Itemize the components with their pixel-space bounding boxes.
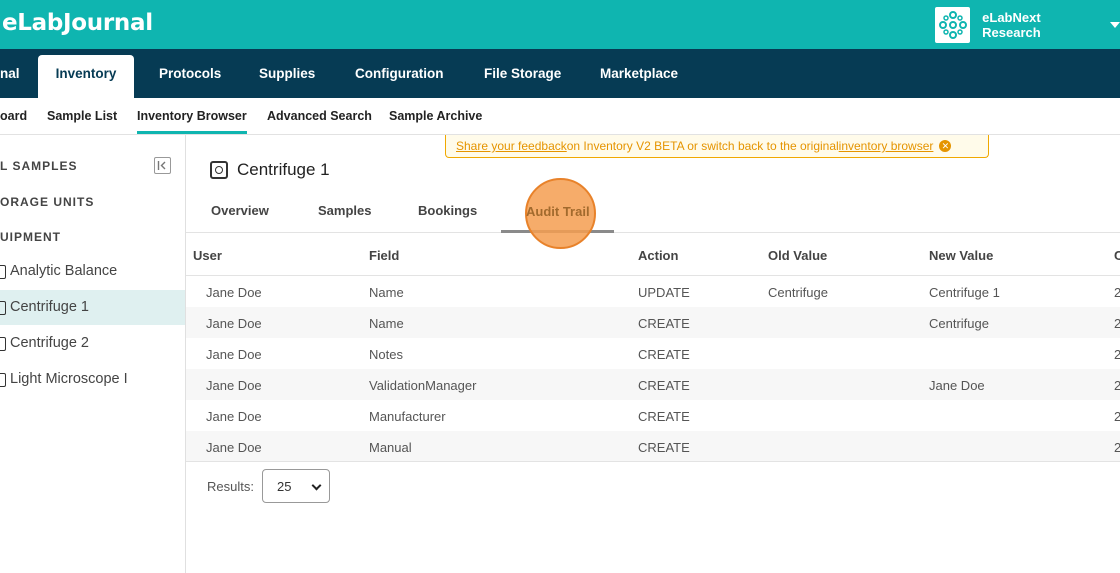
sidebar-item-analytic-balance[interactable]: Analytic Balance	[0, 254, 185, 289]
cell-field: Manual	[369, 440, 412, 455]
cell-action: CREATE	[638, 316, 690, 331]
collapse-sidebar-button[interactable]	[154, 157, 171, 174]
table-divider	[186, 461, 1120, 462]
table-row[interactable]: Jane Doe Notes CREATE 2	[186, 338, 1120, 369]
audit-trail-table: User Field Action Old Value New Value C …	[186, 233, 1120, 462]
column-header-created[interactable]: C	[1114, 248, 1120, 263]
sidebar-section-equipment[interactable]: UIPMENT	[0, 230, 61, 244]
cell-action: CREATE	[638, 347, 690, 362]
cell-created: 2	[1114, 409, 1120, 424]
cell-field: Manufacturer	[369, 409, 446, 424]
subnav-sample-list[interactable]: Sample List	[47, 109, 117, 123]
brand-logo[interactable]: eLabJournal	[2, 10, 153, 36]
column-header-new-value[interactable]: New Value	[929, 248, 993, 263]
results-label: Results:	[207, 478, 254, 494]
cell-created: 2	[1114, 347, 1120, 362]
column-header-user[interactable]: User	[193, 248, 222, 263]
page-title-text: Centrifuge 1	[237, 160, 330, 179]
cell-field: Notes	[369, 347, 403, 362]
sidebar-item-label: Centrifuge 1	[10, 299, 89, 315]
page-title: Centrifuge 1	[210, 160, 330, 180]
close-icon[interactable]: ✕	[939, 140, 952, 152]
cell-user: Jane Doe	[206, 440, 262, 455]
nav-item-inventory[interactable]: Inventory	[38, 55, 134, 98]
column-header-action[interactable]: Action	[638, 248, 678, 263]
cell-user: Jane Doe	[206, 316, 262, 331]
feedback-text: on Inventory V2 BETA or switch back to t…	[566, 139, 839, 153]
cell-field: ValidationManager	[369, 378, 477, 393]
sidebar-item-centrifuge-1[interactable]: Centrifuge 1	[0, 290, 185, 325]
cell-new-value: Centrifuge 1	[929, 285, 1000, 300]
table-row[interactable]: Jane Doe Name CREATE Centrifuge 2	[186, 307, 1120, 338]
detail-tabs: Overview Samples Bookings	[186, 190, 1120, 233]
inventory-sidebar: L SAMPLES ORAGE UNITS UIPMENT Analytic B…	[0, 135, 186, 573]
nav-item-protocols[interactable]: Protocols	[159, 49, 221, 98]
sidebar-item-light-microscope[interactable]: Light Microscope I	[0, 362, 185, 397]
subnav-advanced-search[interactable]: Advanced Search	[267, 109, 372, 123]
sidebar-section-all-samples[interactable]: L SAMPLES	[0, 159, 77, 173]
cell-field: Name	[369, 316, 404, 331]
share-feedback-link[interactable]: Share your feedback	[456, 139, 567, 153]
org-name: eLabNext Research	[982, 10, 1041, 40]
sidebar-item-centrifuge-2[interactable]: Centrifuge 2	[0, 326, 185, 361]
cell-created: 2	[1114, 316, 1120, 331]
sidebar-item-label: Centrifuge 2	[10, 335, 89, 351]
feedback-banner: Share your feedback on Inventory V2 BETA…	[445, 135, 989, 158]
sidebar-item-label: Light Microscope I	[10, 371, 128, 387]
column-header-old-value[interactable]: Old Value	[768, 248, 827, 263]
tab-bookings[interactable]: Bookings	[418, 203, 477, 218]
cell-created: 2	[1114, 378, 1120, 393]
org-switcher[interactable]: eLabNext Research	[935, 7, 1120, 43]
nav-item-journal[interactable]: nal	[0, 49, 20, 98]
cell-action: UPDATE	[638, 285, 690, 300]
top-bar: eLabJournal eLabNext Research	[0, 0, 1120, 49]
nav-item-file-storage[interactable]: File Storage	[484, 49, 561, 98]
table-header: User Field Action Old Value New Value C	[186, 233, 1120, 276]
cell-user: Jane Doe	[206, 409, 262, 424]
table-row[interactable]: Jane Doe Manufacturer CREATE 2	[186, 400, 1120, 431]
cell-user: Jane Doe	[206, 347, 262, 362]
sidebar-section-storage-units[interactable]: ORAGE UNITS	[0, 195, 94, 209]
subnav-inventory-browser[interactable]: Inventory Browser	[137, 109, 247, 134]
nav-item-configuration[interactable]: Configuration	[355, 49, 443, 98]
tab-audit-trail[interactable]: Audit Trail	[526, 204, 590, 219]
centrifuge-icon	[210, 161, 228, 179]
results-per-page: Results: 25	[207, 469, 330, 503]
microscope-icon	[0, 372, 6, 387]
cell-new-value: Jane Doe	[929, 378, 985, 393]
cell-action: CREATE	[638, 409, 690, 424]
sidebar-item-label: Analytic Balance	[10, 263, 118, 279]
results-per-page-select[interactable]: 25	[261, 469, 330, 503]
tab-overview[interactable]: Overview	[211, 203, 269, 218]
column-header-field[interactable]: Field	[369, 248, 399, 263]
table-row[interactable]: Jane Doe Name UPDATE Centrifuge Centrifu…	[186, 276, 1120, 307]
nav-item-supplies[interactable]: Supplies	[259, 49, 315, 98]
results-value: 25	[276, 478, 292, 494]
equipment-icon	[0, 264, 6, 279]
cell-action: CREATE	[638, 440, 690, 455]
centrifuge-icon	[0, 336, 6, 351]
cell-action: CREATE	[638, 378, 690, 393]
table-row[interactable]: Jane Doe ValidationManager CREATE Jane D…	[186, 369, 1120, 400]
main-nav: nal Inventory Protocols Supplies Configu…	[0, 49, 1120, 98]
cell-user: Jane Doe	[206, 378, 262, 393]
original-inventory-browser-link[interactable]: inventory browser	[839, 139, 934, 153]
subnav-dashboard[interactable]: oard	[0, 109, 27, 123]
cell-old-value: Centrifuge	[768, 285, 828, 300]
cell-field: Name	[369, 285, 404, 300]
chevron-down-icon	[311, 480, 322, 491]
nav-item-marketplace[interactable]: Marketplace	[600, 49, 678, 98]
subnav-sample-archive[interactable]: Sample Archive	[389, 109, 482, 123]
cell-created: 2	[1114, 285, 1120, 300]
centrifuge-icon	[0, 300, 6, 315]
sub-nav: oard Sample List Inventory Browser Advan…	[0, 98, 1120, 135]
org-logo-icon	[935, 7, 971, 43]
table-row[interactable]: Jane Doe Manual CREATE 2	[186, 431, 1120, 462]
cell-created: 2	[1114, 440, 1120, 455]
cell-user: Jane Doe	[206, 285, 262, 300]
caret-down-icon	[1110, 22, 1120, 28]
cell-new-value: Centrifuge	[929, 316, 989, 331]
tab-samples[interactable]: Samples	[318, 203, 371, 218]
collapse-icon	[157, 161, 166, 170]
